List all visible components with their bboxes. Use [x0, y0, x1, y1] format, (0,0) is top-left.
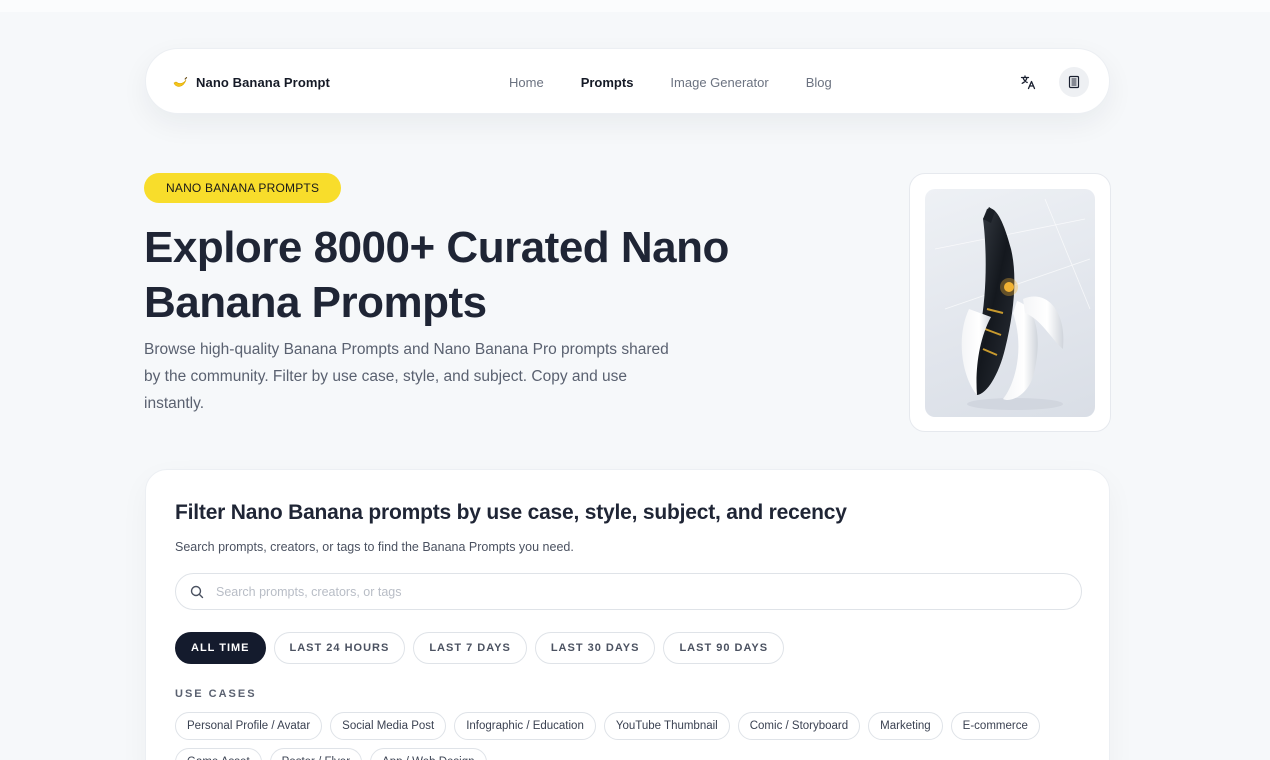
time-filter-last-30-days[interactable]: LAST 30 DAYS [534, 632, 656, 664]
time-filter-last-24-hours[interactable]: LAST 24 HOURS [273, 632, 406, 664]
search-bar[interactable] [175, 573, 1082, 610]
theme-button[interactable] [1059, 67, 1089, 97]
tag-marketing[interactable]: Marketing [868, 712, 943, 740]
nav-actions [1013, 49, 1089, 115]
hero-title: Explore 8000+ Curated Nano Banana Prompt… [144, 223, 729, 327]
top-navbar: Nano Banana Prompt Home Prompts Image Ge… [145, 48, 1110, 114]
tag-social-media-post[interactable]: Social Media Post [330, 712, 447, 740]
tag-youtube-thumbnail[interactable]: YouTube Thumbnail [603, 712, 730, 740]
time-filter-last-7-days[interactable]: LAST 7 DAYS [413, 632, 527, 664]
top-strip [0, 0, 1270, 12]
tag-comic-storyboard[interactable]: Comic / Storyboard [737, 712, 861, 740]
search-icon [190, 585, 204, 598]
main-nav: Home Prompts Image Generator Blog [509, 49, 832, 115]
nav-link-home[interactable]: Home [509, 75, 544, 90]
search-input[interactable] [216, 584, 1036, 599]
hero-description: Browse high-quality Banana Prompts and N… [144, 341, 669, 412]
translate-icon [1020, 75, 1036, 90]
filter-subtitle: Search prompts, creators, or tags to fin… [175, 540, 574, 554]
tag-infographic-education[interactable]: Infographic / Education [454, 712, 596, 740]
hero-badge: NANO BANANA PROMPTS [144, 173, 342, 203]
time-filter-all-time[interactable]: ALL TIME [175, 632, 266, 664]
filter-title: Filter Nano Banana prompts by use case, … [175, 501, 847, 524]
use-cases-label: USE CASES [175, 688, 257, 700]
theme-icon [1068, 75, 1080, 89]
hero-image [925, 189, 1095, 417]
robot-banana-illustration [934, 198, 1091, 410]
banana-icon [173, 77, 188, 87]
language-button[interactable] [1013, 67, 1043, 97]
tag-poster-flyer[interactable]: Poster / Flyer [269, 748, 363, 760]
use-case-tags: Personal Profile / Avatar Social Media P… [175, 712, 1075, 760]
filter-panel: Filter Nano Banana prompts by use case, … [145, 469, 1110, 760]
tag-app-web-design[interactable]: App / Web Design [370, 748, 487, 760]
brand-name: Nano Banana Prompt [196, 74, 330, 90]
time-filter-last-90-days[interactable]: LAST 90 DAYS [663, 632, 785, 664]
nav-link-prompts[interactable]: Prompts [581, 75, 634, 90]
nav-link-blog[interactable]: Blog [806, 75, 832, 90]
brand-link[interactable]: Nano Banana Prompt [172, 49, 330, 115]
tag-e-commerce[interactable]: E-commerce [950, 712, 1040, 740]
nav-link-image-generator[interactable]: Image Generator [670, 75, 768, 90]
tag-personal-profile-avatar[interactable]: Personal Profile / Avatar [175, 712, 323, 740]
tag-game-asset[interactable]: Game Asset [175, 748, 262, 760]
time-range-filter: ALL TIME LAST 24 HOURS LAST 7 DAYS LAST … [175, 632, 785, 664]
hero-image-card [909, 173, 1111, 432]
